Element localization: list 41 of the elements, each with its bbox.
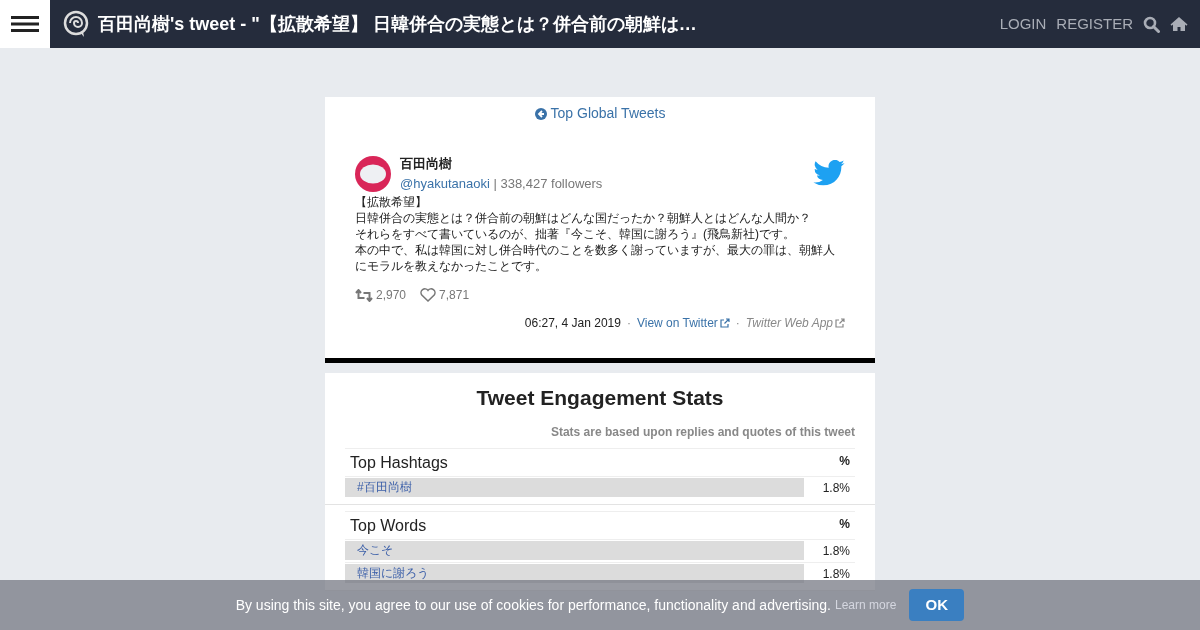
home-icon[interactable] [1170, 16, 1188, 32]
search-icon[interactable] [1143, 15, 1160, 33]
section-heading: Top Words [349, 516, 427, 536]
back-link[interactable]: Top Global Tweets [534, 103, 666, 124]
percent-value: 1.8% [822, 479, 851, 497]
word-link[interactable]: #百田尚樹 [357, 478, 412, 497]
source-link[interactable]: Twitter Web App [745, 314, 845, 332]
avatar-icon [355, 156, 391, 192]
section-heading: Top Hashtags [349, 453, 448, 473]
percent-heading: % [839, 453, 851, 470]
separator-dot: · [735, 315, 740, 332]
menu-button[interactable] [0, 0, 50, 48]
nav-link[interactable]: LOGIN [999, 12, 1047, 36]
heart-icon [420, 288, 437, 302]
follower-count: | 338,427 followers [493, 175, 603, 191]
external-link-icon [719, 318, 730, 328]
logo-icon [62, 10, 90, 38]
user-handle-link[interactable]: @hyakutanaoki [400, 175, 490, 191]
percent-value: 1.8% [822, 542, 851, 560]
tweet-text: 【拡散希望】 日韓併合の実態とは？併合前の朝鮮はどんな国だったか？朝鮮人とはどんな人間か？ それらをすべて書いているのが、拙著『今こそ、韓国に謝ろう』(飛鳥新社)です。 本の中で、私は韓国に対し併合時代のことを数多く謝っていますが、最大の罪は、朝鮮人にモラルを教えなかったことです。 [355, 194, 836, 274]
external-link-icon [835, 318, 845, 328]
bird-icon [813, 160, 845, 186]
menu-icon [11, 15, 39, 33]
percent-value: 1.8% [822, 565, 851, 583]
like-count: 7,871 [439, 287, 470, 304]
separator-dot: · [626, 315, 631, 332]
retweet-count: 2,970 [376, 287, 407, 304]
retweet-icon [355, 288, 373, 302]
back-arrow-icon [534, 107, 547, 120]
page-title: 百田尚樹's tweet - "【拡散希望】 日韓併合の実態とは？併合前の朝鮮は… [98, 12, 697, 36]
percent-heading: % [839, 516, 851, 533]
view-on-twitter-link[interactable]: View on Twitter [636, 314, 730, 332]
stats-note: Stats are based upon replies and quotes of this tweet [549, 424, 856, 440]
word-link[interactable]: 韓国に謝ろう [357, 564, 429, 583]
user-name: 百田尚樹 [400, 155, 453, 173]
word-link[interactable]: 今こそ [357, 541, 393, 560]
nav-link[interactable]: REGISTER [1056, 12, 1133, 36]
cookie-message: By using this site, you agree to our use of cookies for performance, functionality and advertising. [235, 597, 831, 613]
tweet-time: 06:27, 4 Jan 2019 [524, 315, 621, 332]
ok-button[interactable]: OK [909, 589, 965, 621]
stats-title: Tweet Engagement Stats [475, 385, 725, 411]
